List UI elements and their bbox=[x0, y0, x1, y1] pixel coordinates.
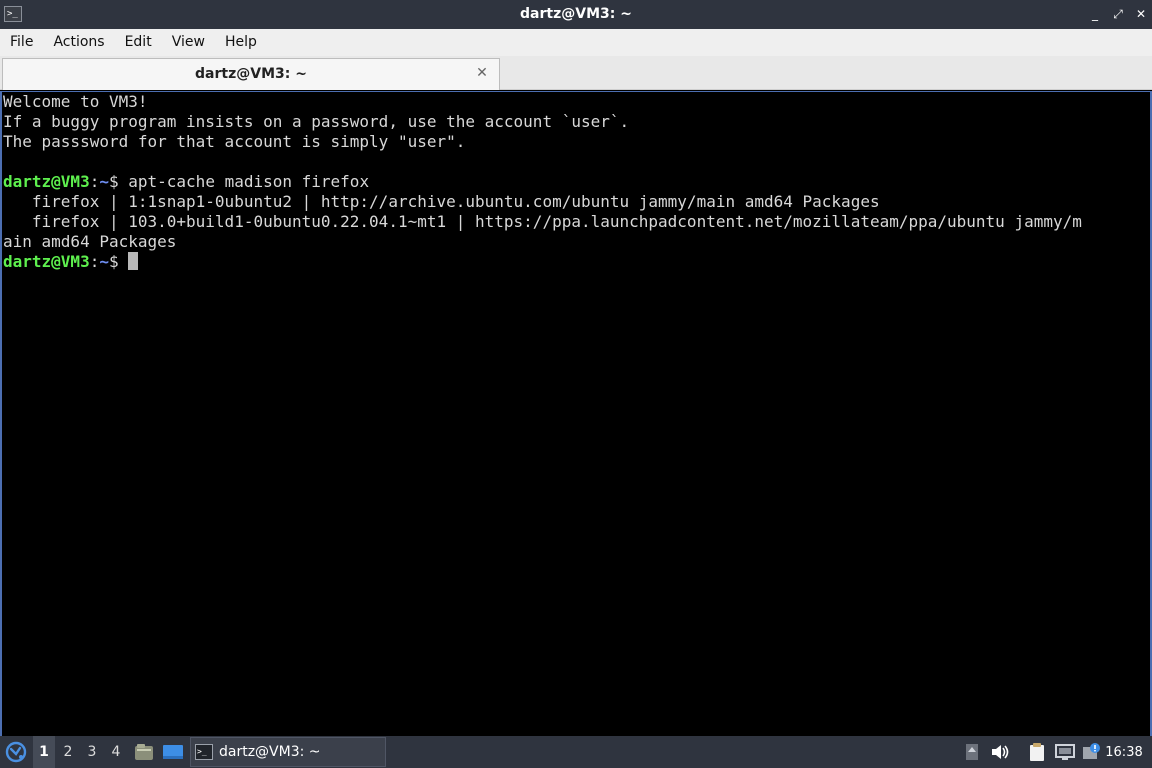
menu-actions[interactable]: Actions bbox=[43, 29, 114, 56]
tab-close-icon[interactable]: ✕ bbox=[474, 65, 490, 81]
close-icon[interactable]: ✕ bbox=[1132, 5, 1150, 23]
terminal-icon: >_ bbox=[195, 744, 213, 760]
taskbar-window-terminal[interactable]: >_ dartz@VM3: ~ bbox=[190, 737, 386, 767]
file-manager-icon[interactable] bbox=[133, 736, 155, 768]
taskbar: 1 2 3 4 >_ dartz@VM3: ~ 16:38 bbox=[0, 736, 1152, 768]
upload-icon[interactable] bbox=[962, 736, 982, 768]
maximize-icon[interactable]: ⤢ bbox=[1109, 5, 1127, 23]
prompt-path: ~ bbox=[99, 252, 109, 271]
output-line: firefox | 1:1snap1-0ubuntu2 | http://arc… bbox=[3, 192, 880, 211]
menu-view[interactable]: View bbox=[162, 29, 215, 56]
prompt-separator: : bbox=[89, 252, 100, 271]
tab-label: dartz@VM3: ~ bbox=[195, 66, 307, 82]
show-desktop-icon[interactable] bbox=[161, 736, 185, 768]
output-line: ain amd64 Packages bbox=[3, 232, 177, 251]
desktop-4-button[interactable]: 4 bbox=[105, 736, 127, 768]
tab-terminal[interactable]: dartz@VM3: ~ ✕ bbox=[2, 58, 500, 90]
network-icon[interactable] bbox=[1053, 736, 1077, 768]
clock[interactable]: 16:38 bbox=[1104, 736, 1144, 768]
prompt-user-host: dartz@VM3 bbox=[3, 252, 90, 271]
command-text: apt-cache madison firefox bbox=[128, 172, 370, 191]
desktop-1-button[interactable]: 1 bbox=[33, 736, 55, 768]
motd-line: Welcome to VM3! bbox=[3, 92, 148, 111]
desktop-2-button[interactable]: 2 bbox=[57, 736, 79, 768]
output-line: firefox | 103.0+build1-0ubuntu0.22.04.1~… bbox=[3, 212, 1082, 231]
terminal-output[interactable]: Welcome to VM3! If a buggy program insis… bbox=[0, 91, 1152, 736]
prompt-symbol: $ bbox=[108, 252, 129, 271]
prompt-separator: : bbox=[89, 172, 100, 191]
motd-line: The passsword for that account is simply… bbox=[3, 132, 466, 151]
command-line: dartz@VM3:~$ apt-cache madison firefox bbox=[3, 172, 1150, 192]
window-titlebar: >_ dartz@VM3: ~ _ ⤢ ✕ bbox=[0, 0, 1152, 29]
clipboard-icon[interactable] bbox=[1026, 736, 1048, 768]
desktop-3-button[interactable]: 3 bbox=[81, 736, 103, 768]
prompt-user-host: dartz@VM3 bbox=[3, 172, 90, 191]
minimize-icon[interactable]: _ bbox=[1086, 5, 1104, 23]
text-cursor bbox=[128, 252, 139, 270]
update-notifier-icon[interactable] bbox=[1080, 736, 1102, 768]
volume-icon[interactable] bbox=[989, 736, 1011, 768]
window-title: dartz@VM3: ~ bbox=[520, 6, 632, 22]
start-menu-icon[interactable] bbox=[4, 736, 28, 768]
menu-edit[interactable]: Edit bbox=[115, 29, 162, 56]
menu-file[interactable]: File bbox=[0, 29, 43, 56]
menu-bar: File Actions Edit View Help bbox=[0, 29, 1152, 56]
motd-line: If a buggy program insists on a password… bbox=[3, 112, 630, 131]
active-prompt-line[interactable]: dartz@VM3:~$ bbox=[3, 252, 1150, 272]
prompt-symbol: $ bbox=[108, 172, 129, 191]
prompt-path: ~ bbox=[99, 172, 109, 191]
tab-bar: dartz@VM3: ~ ✕ bbox=[0, 56, 1152, 90]
task-label: dartz@VM3: ~ bbox=[219, 744, 321, 760]
menu-help[interactable]: Help bbox=[215, 29, 267, 56]
